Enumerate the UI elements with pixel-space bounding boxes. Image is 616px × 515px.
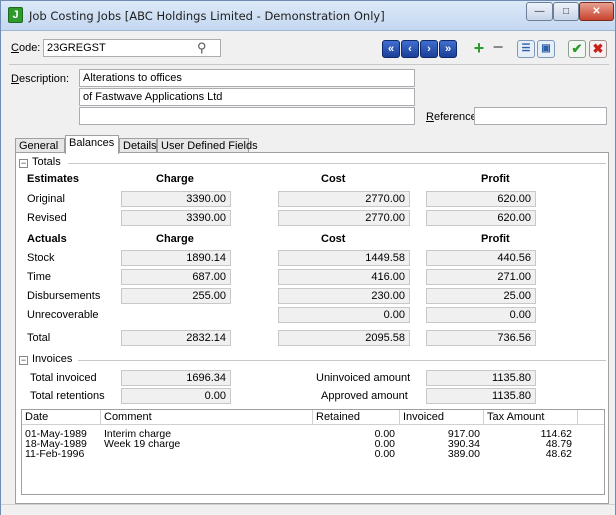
unrecoverable-cost: 0.00 [278, 307, 410, 323]
disbursements-cost: 230.00 [278, 288, 410, 304]
uninvoiced-amount-label: Uninvoiced amount [316, 372, 411, 384]
next-record-button[interactable]: › [420, 40, 438, 58]
description-line-2[interactable]: of Fastwave Applications Ltd [79, 88, 415, 106]
column-header-tax-amount[interactable]: Tax Amount [484, 410, 578, 425]
row-label: Original [27, 193, 65, 205]
app-logo-icon: J [8, 7, 23, 23]
row-date[interactable]: 11-Feb-1996 [25, 448, 84, 460]
uninvoiced-amount-value: 1135.80 [426, 370, 536, 386]
reference-label: Reference: [426, 111, 480, 123]
previous-record-button[interactable]: ‹ [401, 40, 419, 58]
row-invoiced[interactable]: 389.00 [400, 448, 480, 460]
cost-header: Cost [321, 173, 346, 185]
stock-charge: 1890.14 [121, 250, 231, 266]
tab-balances[interactable]: Balances [65, 135, 119, 154]
column-header-invoiced[interactable]: Invoiced [400, 410, 484, 425]
first-record-button[interactable]: « [382, 40, 400, 58]
unrecoverable-profit: 0.00 [426, 307, 536, 323]
invoices-group-header[interactable]: − Invoices [19, 353, 72, 365]
column-header-retained[interactable]: Retained [313, 410, 400, 425]
actuals-header: Actuals [27, 233, 67, 245]
profit-header: Profit [481, 173, 510, 185]
notes-icon[interactable]: ☰ [517, 40, 535, 58]
totals-group-header[interactable]: − Totals [19, 156, 61, 168]
grid-header: Date Comment Retained Invoiced Tax Amoun… [22, 410, 604, 425]
cancel-button[interactable]: ✖ [589, 40, 607, 58]
row-label: Revised [27, 212, 67, 224]
row-retained[interactable]: 0.00 [313, 448, 395, 460]
search-icon[interactable]: ⚲ [197, 40, 207, 56]
time-cost: 416.00 [278, 269, 410, 285]
row-label: Unrecoverable [27, 309, 99, 321]
minimize-button[interactable]: — [526, 2, 553, 21]
total-retentions-label: Total retentions [30, 390, 105, 402]
revised-profit: 620.00 [426, 210, 536, 226]
description-label: Description: [11, 73, 70, 85]
total-profit: 736.56 [426, 330, 536, 346]
approved-amount-value: 1135.80 [426, 388, 536, 404]
cost-header: Cost [321, 233, 346, 245]
revised-cost: 2770.00 [278, 210, 410, 226]
total-retentions-value: 0.00 [121, 388, 231, 404]
charge-header: Charge [156, 233, 194, 245]
balances-panel: − Totals Estimates Charge Cost Profit Ori… [15, 152, 609, 504]
original-profit: 620.00 [426, 191, 536, 207]
job-costing-window: J Job Costing Jobs [ABC Holdings Limited… [0, 0, 616, 515]
window-title: Job Costing Jobs [ABC Holdings Limited -… [29, 9, 385, 23]
invoices-group-label: Invoices [32, 353, 73, 365]
column-header-comment[interactable]: Comment [101, 410, 313, 425]
original-charge: 3390.00 [121, 191, 231, 207]
description-line-3[interactable] [79, 107, 415, 125]
collapse-icon[interactable]: − [19, 356, 28, 365]
estimates-header: Estimates [27, 173, 79, 185]
row-label: Stock [27, 252, 55, 264]
row-label: Total [27, 332, 51, 344]
column-header-date[interactable]: Date [22, 410, 101, 425]
charge-header: Charge [156, 173, 194, 185]
form-area: Code: 23GREGST ⚲ « ‹ › » + − ☰ ▣ ✔ ✖ Des… [9, 32, 609, 504]
description-line-1[interactable]: Alterations to offices [79, 69, 415, 87]
status-bar [1, 504, 615, 515]
disbursements-profit: 25.00 [426, 288, 536, 304]
stock-profit: 440.56 [426, 250, 536, 266]
time-profit: 271.00 [426, 269, 536, 285]
invoices-grid[interactable]: Date Comment Retained Invoiced Tax Amoun… [21, 409, 605, 495]
original-cost: 2770.00 [278, 191, 410, 207]
save-button[interactable]: ✔ [568, 40, 586, 58]
disbursements-charge: 255.00 [121, 288, 231, 304]
close-window-button[interactable]: ✕ [579, 2, 614, 21]
total-cost: 2095.58 [278, 330, 410, 346]
delete-record-button[interactable]: − [489, 38, 507, 58]
total-invoiced-value: 1696.34 [121, 370, 231, 386]
last-record-button[interactable]: » [439, 40, 457, 58]
row-comment[interactable]: Week 19 charge [104, 438, 180, 450]
stock-cost: 1449.58 [278, 250, 410, 266]
maximize-button[interactable]: □ [553, 2, 579, 21]
row-label: Time [27, 271, 52, 283]
approved-amount-label: Approved amount [321, 390, 408, 402]
divider [9, 64, 609, 65]
add-record-button[interactable]: + [470, 39, 488, 58]
preview-icon[interactable]: ▣ [537, 40, 555, 58]
revised-charge: 3390.00 [121, 210, 231, 226]
code-label: Code: [11, 42, 41, 54]
group-divider [68, 163, 606, 164]
total-charge: 2832.14 [121, 330, 231, 346]
profit-header: Profit [481, 233, 510, 245]
collapse-icon[interactable]: − [19, 159, 28, 168]
time-charge: 687.00 [121, 269, 231, 285]
title-bar: J Job Costing Jobs [ABC Holdings Limited… [1, 1, 615, 31]
totals-group-label: Totals [32, 156, 61, 168]
code-input[interactable]: 23GREGST [43, 39, 221, 57]
row-label: Disbursements [27, 290, 101, 302]
reference-input[interactable] [474, 107, 607, 125]
row-tax-amount[interactable]: 48.62 [484, 448, 572, 460]
total-invoiced-label: Total invoiced [30, 372, 97, 384]
group-divider [78, 360, 606, 361]
